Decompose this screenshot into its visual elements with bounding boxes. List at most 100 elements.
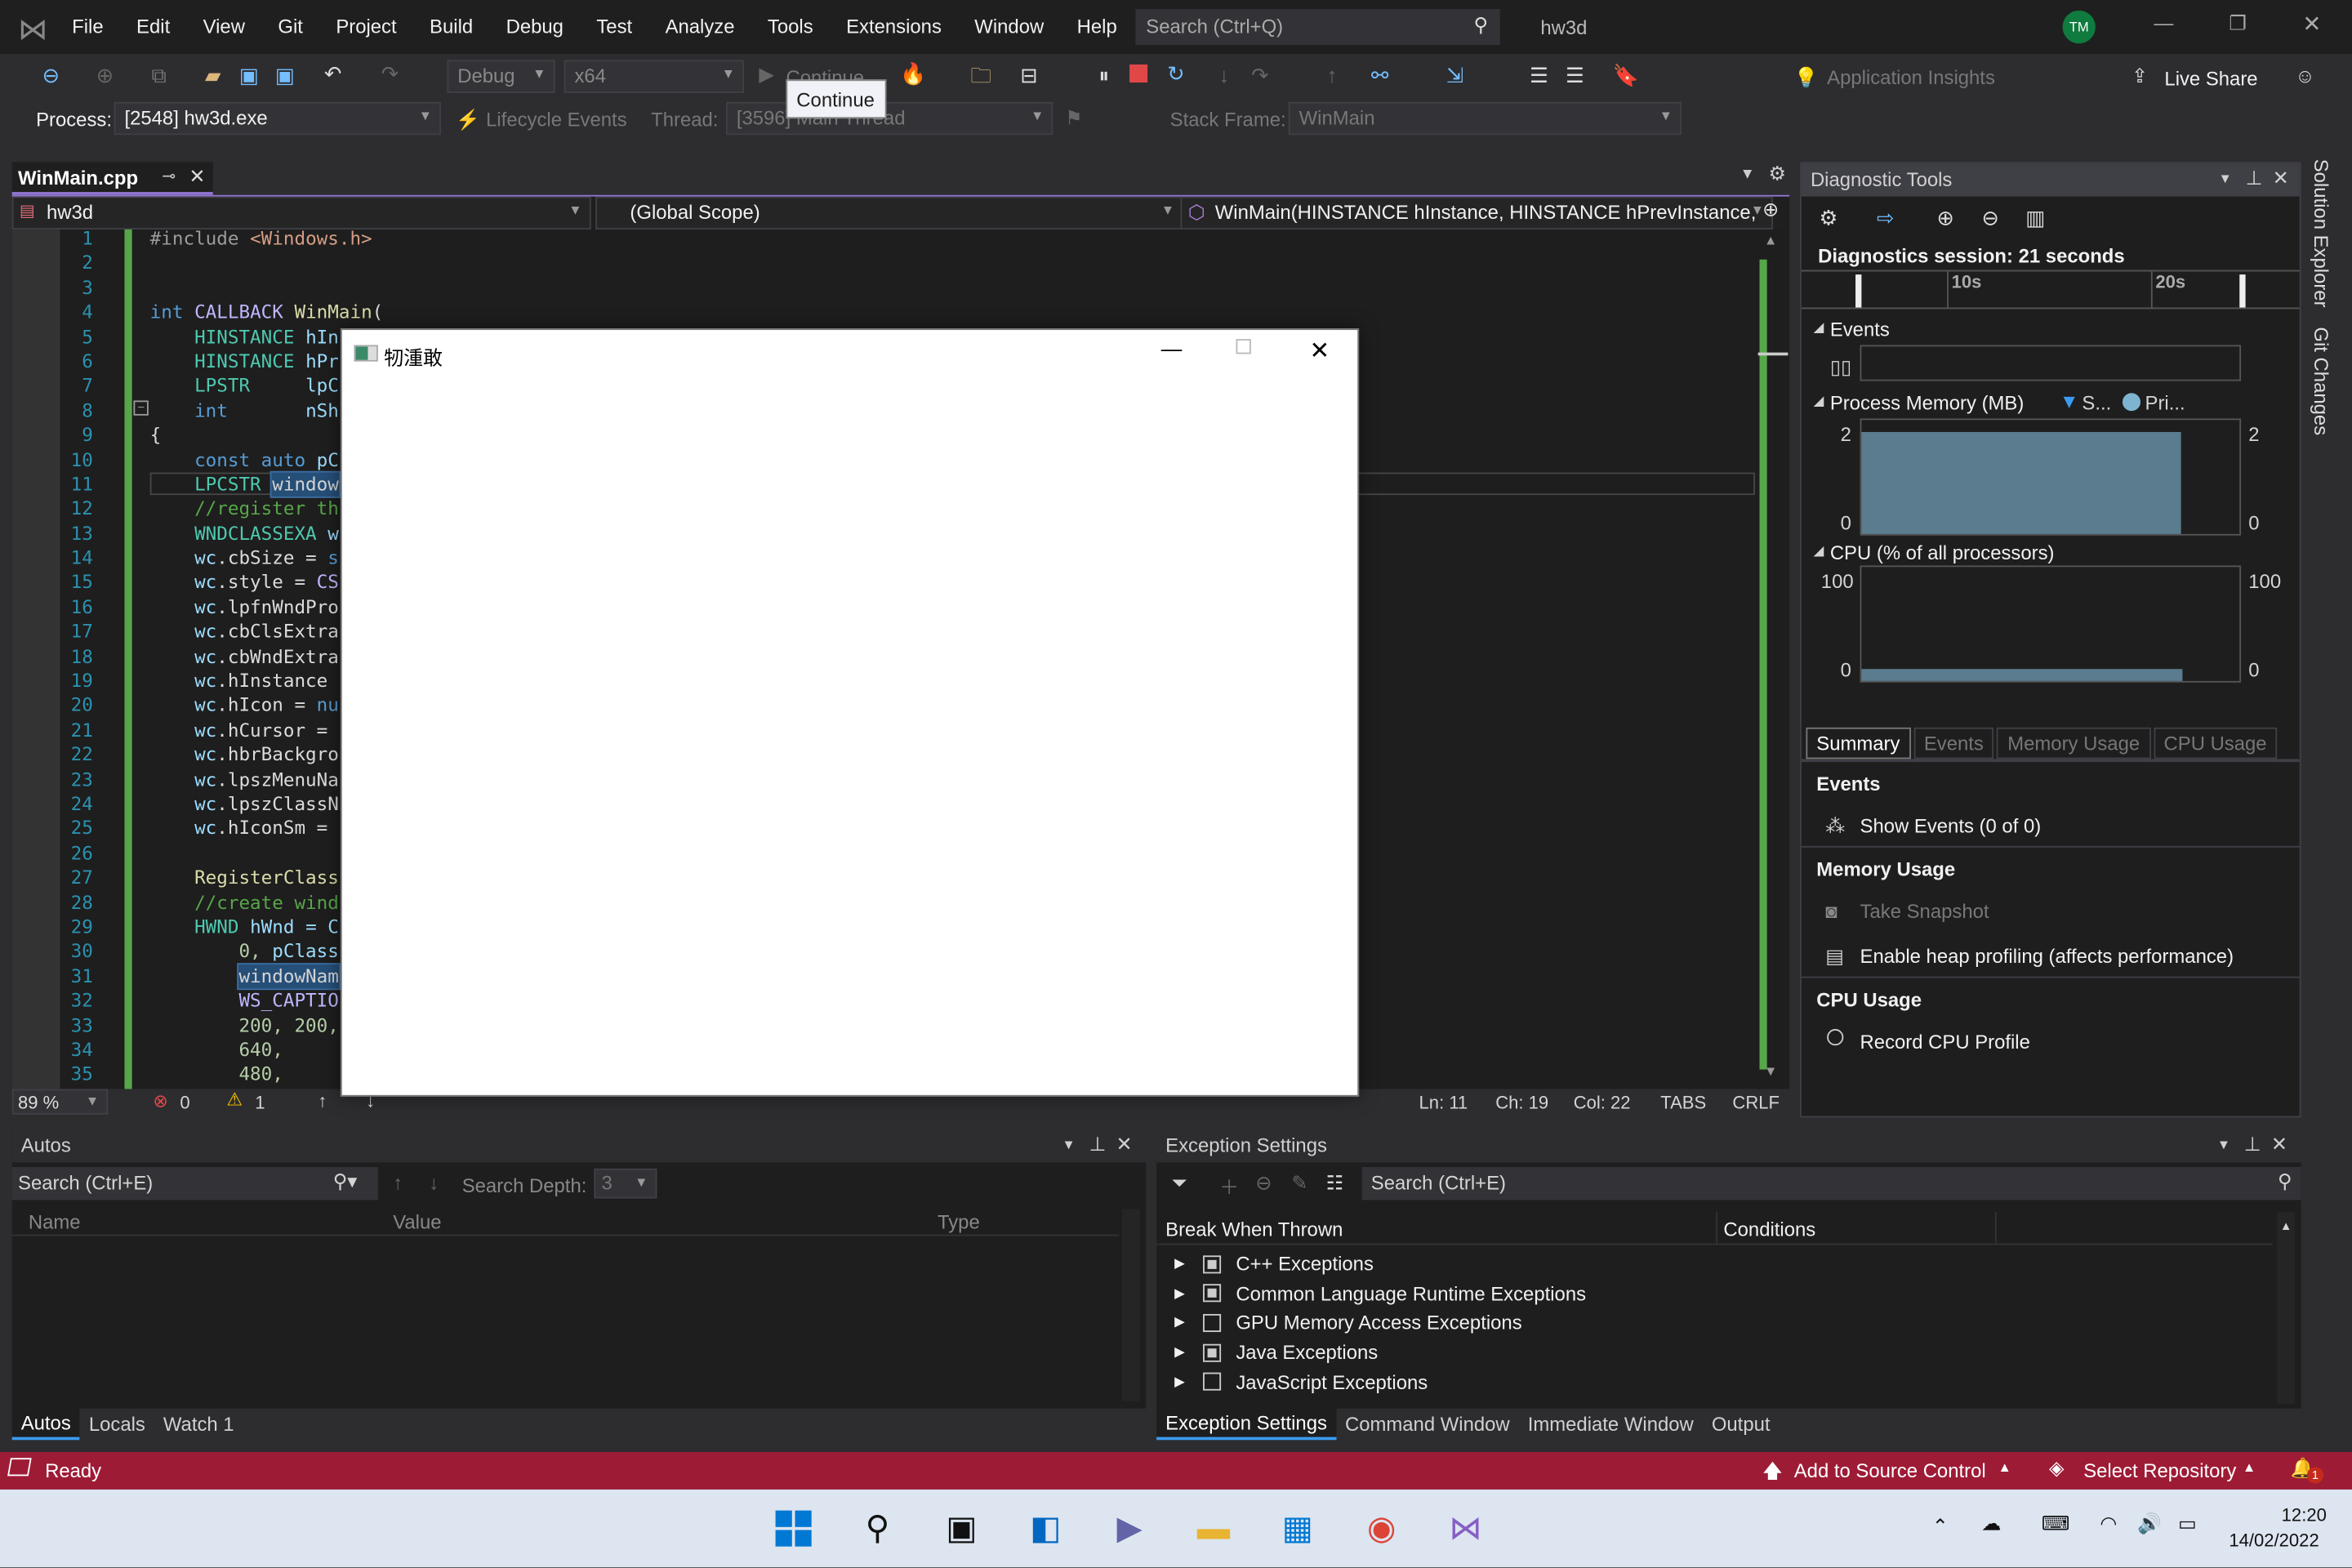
code-line[interactable]: 1 #include <Windows.h> bbox=[12, 229, 384, 251]
menu-help[interactable]: Help bbox=[1060, 15, 1134, 38]
close-icon[interactable]: ✕ bbox=[2271, 1133, 2287, 1156]
code-line[interactable]: 22 wc .hbrBackgro bbox=[12, 743, 384, 768]
indent-mode[interactable]: TABS bbox=[1660, 1092, 1706, 1113]
task-view-icon[interactable]: ▣ bbox=[936, 1503, 987, 1553]
minimize-button[interactable]: — bbox=[2154, 12, 2174, 35]
code-line[interactable]: 23 wc .lpszMenuNa bbox=[12, 768, 384, 792]
column-type[interactable]: Type bbox=[938, 1210, 980, 1233]
menu-analyze[interactable]: Analyze bbox=[648, 15, 751, 38]
code-line[interactable]: 4 int CALLBACK WinMain( bbox=[12, 301, 384, 325]
flag-thread-icon[interactable]: ⚑ bbox=[1065, 106, 1082, 130]
code-line[interactable]: 27 RegisterClass bbox=[12, 866, 384, 890]
indent-icon[interactable]: ☰ bbox=[1527, 63, 1551, 87]
restart-icon[interactable]: ↻ bbox=[1164, 61, 1187, 85]
show-hidden-icons[interactable]: ⌃ bbox=[1932, 1515, 1949, 1539]
filter-icon[interactable]: ⏷ bbox=[1171, 1171, 1187, 1195]
export-icon[interactable]: ⇨ bbox=[1873, 206, 1897, 229]
code-line[interactable]: 21 wc .hCursor = bbox=[12, 718, 384, 742]
hot-reload-icon[interactable]: 🔥 bbox=[900, 61, 926, 85]
scroll-down-icon[interactable]: ▼ bbox=[1764, 1063, 1777, 1078]
tab-exception-settings[interactable]: Exception Settings bbox=[1156, 1408, 1336, 1441]
application-insights-button[interactable]: Application Insights bbox=[1827, 66, 1995, 89]
select-repository-button[interactable]: Select Repository bbox=[2083, 1459, 2236, 1482]
git-changes-tab[interactable]: Git Changes bbox=[2310, 327, 2333, 435]
code-line[interactable]: 9{ bbox=[12, 423, 384, 448]
step-over-icon[interactable]: ↷ bbox=[1248, 63, 1272, 87]
menu-test[interactable]: Test bbox=[580, 15, 648, 38]
menu-view[interactable]: View bbox=[186, 15, 261, 38]
close-tab-icon[interactable]: ✕ bbox=[189, 165, 205, 189]
restore-button[interactable]: ❐ bbox=[2229, 12, 2246, 36]
pin-icon[interactable]: ⊥ bbox=[2244, 1133, 2261, 1156]
pause-icon[interactable]: ▯▯ bbox=[1830, 355, 1851, 379]
thread-select[interactable]: [3596] Main Thread▼ bbox=[725, 101, 1054, 136]
tab-output[interactable]: Output bbox=[1703, 1410, 1780, 1439]
code-line[interactable]: 14 wc .cbSize = s bbox=[12, 546, 384, 571]
solution-explorer-tab[interactable]: Solution Explorer bbox=[2310, 159, 2333, 308]
clock-date[interactable]: 14/02/2022 bbox=[2229, 1530, 2319, 1551]
menu-extensions[interactable]: Extensions bbox=[830, 15, 958, 38]
keyboard-icon[interactable]: ⌨ bbox=[2042, 1512, 2069, 1535]
show-events-link[interactable]: Show Events (0 of 0) bbox=[1860, 814, 2042, 837]
warning-icon[interactable]: ⚠ bbox=[226, 1089, 243, 1110]
clock-time[interactable]: 12:20 bbox=[2282, 1504, 2327, 1526]
stop-debugging-icon[interactable] bbox=[1129, 64, 1148, 83]
save-icon[interactable]: ▣ bbox=[237, 63, 261, 87]
app-window[interactable]: 牣湩敢 — ✕ bbox=[340, 328, 1360, 1097]
code-line[interactable]: 29 HWND hWnd = C bbox=[12, 915, 384, 939]
menu-build[interactable]: Build bbox=[413, 15, 490, 38]
tab-summary[interactable]: Summary bbox=[1806, 727, 1911, 760]
navigate-back-icon[interactable]: ⊖ bbox=[39, 63, 63, 87]
project-select[interactable]: ▤ hw3d ▼ bbox=[11, 196, 591, 230]
code-line[interactable]: 7 LPSTR lpC bbox=[12, 374, 384, 399]
exception-checkbox[interactable] bbox=[1202, 1343, 1221, 1362]
dropdown-icon[interactable]: ▼ bbox=[2219, 171, 2232, 185]
tab-autos[interactable]: Autos bbox=[11, 1408, 80, 1441]
search-icon[interactable]: ⚲ bbox=[852, 1503, 902, 1553]
scroll-thumb[interactable] bbox=[1757, 352, 1788, 356]
menu-git[interactable]: Git bbox=[261, 15, 319, 38]
previous-issue-icon[interactable]: ↑ bbox=[318, 1090, 327, 1111]
visual-studio-icon[interactable]: ⋈ bbox=[1440, 1503, 1490, 1553]
exception-checkbox[interactable] bbox=[1202, 1284, 1221, 1303]
line-number[interactable]: Ln: 11 bbox=[1419, 1092, 1468, 1113]
menu-debug[interactable]: Debug bbox=[489, 15, 580, 38]
warning-count[interactable]: 1 bbox=[255, 1092, 265, 1113]
exception-category-row[interactable]: ▶ C++ Exceptions bbox=[1174, 1253, 1374, 1276]
error-count[interactable]: 0 bbox=[180, 1092, 189, 1113]
hex-display-icon[interactable]: ⚯ bbox=[1368, 63, 1392, 87]
tab-winmain-cpp[interactable]: WinMain.cpp ⊸ ✕ bbox=[11, 162, 213, 195]
exception-category-row[interactable]: ▶ GPU Memory Access Exceptions bbox=[1174, 1312, 1521, 1334]
code-line[interactable]: 8 int nSh bbox=[12, 399, 384, 423]
scope-select[interactable]: (Global Scope) ▼ bbox=[595, 196, 1184, 230]
file-explorer-icon[interactable]: ▬ bbox=[1188, 1503, 1239, 1553]
close-button[interactable]: ✕ bbox=[2302, 11, 2321, 38]
member-select[interactable]: ⬡ WinMain(HINSTANCE hInstance, HINSTANCE … bbox=[1180, 196, 1774, 230]
zoom-select[interactable]: 89 % ▼ bbox=[11, 1089, 109, 1115]
volume-icon[interactable]: 🔊 bbox=[2137, 1512, 2162, 1535]
code-line[interactable]: 20 wc .hIcon = nu bbox=[12, 693, 384, 718]
editor-settings-icon[interactable]: ⚙ bbox=[1769, 162, 1786, 185]
app-maximize-button[interactable] bbox=[1236, 339, 1251, 354]
zoom-in-icon[interactable]: ⊕ bbox=[1934, 206, 1958, 229]
remove-icon[interactable]: ⊖ bbox=[1255, 1171, 1272, 1195]
tab-cpu-usage[interactable]: CPU Usage bbox=[2153, 727, 2278, 760]
add-icon[interactable]: ＋ bbox=[1219, 1171, 1239, 1200]
tab-watch-1[interactable]: Watch 1 bbox=[154, 1410, 243, 1439]
menu-file[interactable]: File bbox=[56, 15, 120, 38]
menu-project[interactable]: Project bbox=[319, 15, 413, 38]
feedback-icon[interactable]: ☺ bbox=[2295, 65, 2314, 87]
find-in-files-icon[interactable]: 🗀 bbox=[969, 63, 993, 87]
code-line[interactable]: 13 WNDCLASSEXA w bbox=[12, 522, 384, 546]
code-line[interactable]: 16 wc .lpfnWndPro bbox=[12, 595, 384, 620]
code-line[interactable]: 6 HINSTANCE hPr bbox=[12, 350, 384, 374]
wifi-icon[interactable]: ◠ bbox=[2100, 1512, 2117, 1535]
start-button[interactable] bbox=[768, 1503, 818, 1553]
step-into-icon[interactable]: ↓ bbox=[1212, 63, 1236, 87]
tab-events[interactable]: Events bbox=[1913, 727, 1994, 760]
expand-icon[interactable]: ▶ bbox=[1174, 1374, 1185, 1390]
onedrive-icon[interactable]: ☁ bbox=[1981, 1512, 2001, 1535]
autos-scrollbar[interactable] bbox=[1121, 1209, 1140, 1401]
settings-icon[interactable]: ⚙ bbox=[1816, 206, 1840, 229]
search-input[interactable]: Search (Ctrl+Q) ⚲ bbox=[1135, 9, 1500, 46]
